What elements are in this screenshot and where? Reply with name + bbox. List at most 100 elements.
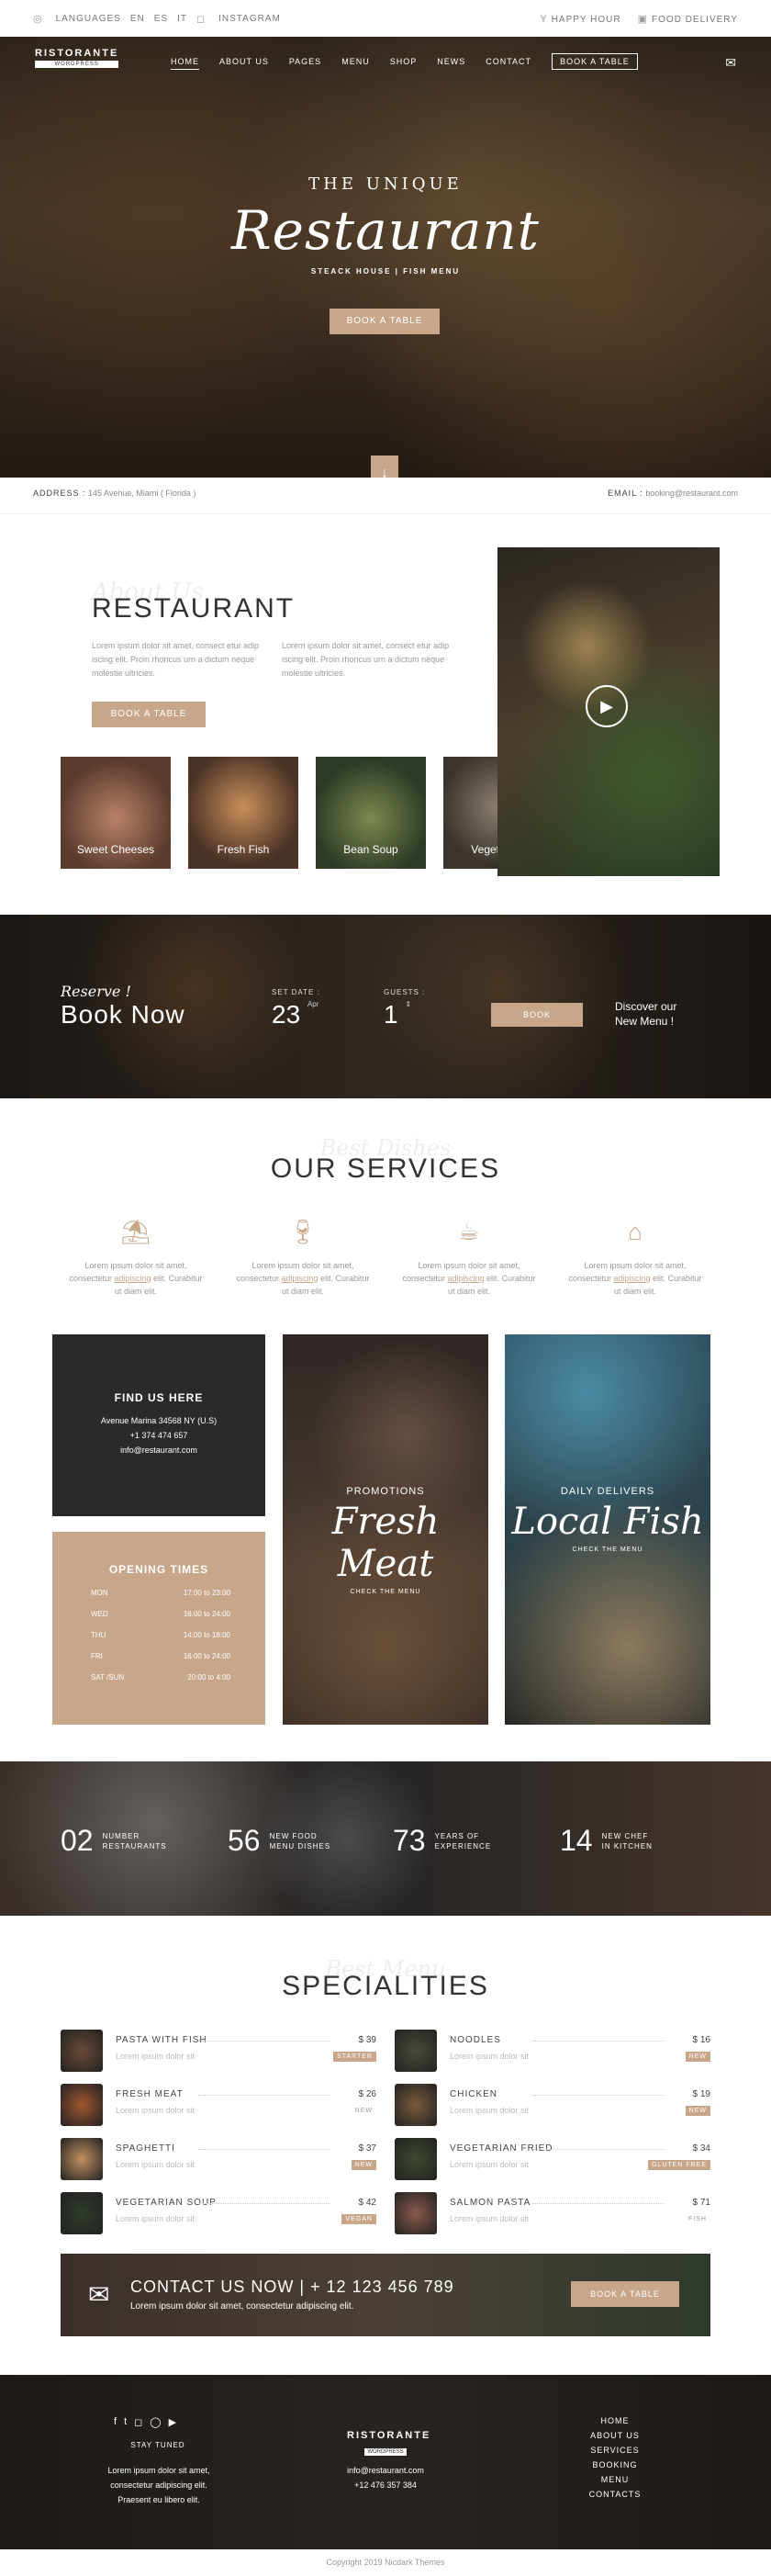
find-title: FIND US HERE <box>114 1391 204 1404</box>
menu-item[interactable]: NOODLES Lorem ipsum dolor sit $ 16 NEW <box>395 2030 710 2072</box>
dish-tag: GLUTEN FREE <box>647 2160 710 2170</box>
top-bar: ◎ LANGUAGES EN ES IT ◻ INSTAGRAM Y HAPPY … <box>0 0 771 37</box>
happy-hour-link[interactable]: Y HAPPY HOUR <box>540 14 620 25</box>
dotted-leader <box>198 2203 330 2204</box>
date-field[interactable]: SET DATE : 23 Apr <box>272 988 320 1029</box>
bag-icon: ▣ <box>637 14 649 25</box>
contact-book-button[interactable]: BOOK A TABLE <box>571 2281 679 2307</box>
dish-tag: VEGAN <box>341 2214 376 2224</box>
service-text: Lorem ipsum dolor sit amet, consectetur … <box>568 1261 702 1296</box>
daily-delivers-tile[interactable]: DAILY DELIVERS Local Fish CHECK THE MENU <box>505 1334 710 1725</box>
menu-item[interactable]: FRESH MEAT Lorem ipsum dolor sit $ 26 NEW <box>61 2084 376 2126</box>
nav-menu: HOME ABOUT US PAGES MENU SHOP NEWS CONTA… <box>171 53 638 70</box>
dotted-leader <box>532 2041 665 2042</box>
scroll-down-icon[interactable]: ↓ <box>371 456 398 478</box>
menu-item[interactable]: PASTA WITH FISH Lorem ipsum dolor sit $ 39… <box>61 2030 376 2072</box>
about-book-button[interactable]: BOOK A TABLE <box>92 702 206 727</box>
stepper-icon[interactable]: ⇕ <box>405 1000 411 1008</box>
nav-item-menu[interactable]: MENU <box>341 57 370 70</box>
service-link[interactable]: adipiscing <box>447 1274 484 1283</box>
table-icon: ⛱ <box>120 1218 151 1245</box>
lang-en[interactable]: EN <box>130 14 145 24</box>
menu-item[interactable]: VEGETARIAN SOUP Lorem ipsum dolor sit $ 42… <box>61 2192 376 2234</box>
promotions-tile[interactable]: PROMOTIONS Fresh Meat CHECK THE MENU <box>283 1334 488 1725</box>
nav-item-about[interactable]: ABOUT US <box>219 57 269 70</box>
guests-field[interactable]: GUESTS : 1 ⇕ <box>384 988 425 1029</box>
food-delivery-link[interactable]: ▣ FOOD DELIVERY <box>638 13 738 25</box>
date-value: 23 Apr <box>272 1000 320 1029</box>
logo[interactable]: RISTORANTE WORDPRESS <box>35 48 119 68</box>
email-value[interactable]: booking@restaurant.com <box>645 489 738 498</box>
nav-item-contact[interactable]: CONTACT <box>486 57 531 70</box>
contact-phone[interactable]: + 12 123 456 789 <box>310 2278 454 2296</box>
logo-title: RISTORANTE <box>35 48 119 59</box>
dish-desc: Lorem ipsum dolor sit <box>450 2052 530 2061</box>
whatsapp-icon[interactable]: ◯ <box>150 2416 161 2428</box>
counters-section: 02 NUMBER RESTAURANTS 56 NEW FOOD MENU DISHE… <box>0 1761 771 1916</box>
menu-item[interactable]: VEGETARIAN FRIED Lorem ipsum dolor sit $ 3… <box>395 2138 710 2180</box>
counter: 56 NEW FOOD MENU DISHES <box>228 1824 330 1858</box>
nav-item-pages[interactable]: PAGES <box>289 57 321 70</box>
about-text-1: Lorem ipsum dolor sit amet, consect etur… <box>92 641 260 678</box>
lang-it[interactable]: IT <box>177 14 187 24</box>
hours-row: MON 17:00 to 23:00 <box>91 1589 230 1597</box>
footer-phone[interactable]: +12 476 357 384 <box>330 2478 441 2492</box>
daily-kicker: DAILY DELIVERS <box>560 1486 655 1497</box>
footer-email[interactable]: info@restaurant.com <box>330 2463 441 2478</box>
service-text: Lorem ipsum dolor sit amet, consectetur … <box>402 1261 536 1296</box>
instagram-link[interactable]: INSTAGRAM <box>218 14 281 24</box>
counter: 02 NUMBER RESTAURANTS <box>61 1824 167 1858</box>
nav-item-news[interactable]: NEWS <box>437 57 465 70</box>
cake-icon: ⌂ <box>628 1218 642 1245</box>
find-us-card: FIND US HERE Avenue Marina 34568 NY (U.S… <box>52 1334 265 1516</box>
daily-link[interactable]: CHECK THE MENU <box>505 1547 710 1553</box>
dish-price: $ 26 <box>358 2089 376 2099</box>
find-phone[interactable]: +1 374 474 657 <box>130 1431 188 1440</box>
service-text: Lorem ipsum dolor sit amet, consectetur … <box>69 1261 203 1296</box>
dish-price: $ 71 <box>692 2198 710 2208</box>
dish-photo <box>395 2138 437 2180</box>
menu-item[interactable]: SALMON PASTA Lorem ipsum dolor sit $ 71 FIS… <box>395 2192 710 2234</box>
facebook-icon[interactable]: f <box>114 2416 117 2428</box>
thumb-sweet-cheeses[interactable]: Sweet Cheeses <box>61 757 171 869</box>
languages-label[interactable]: LANGUAGES <box>56 14 121 24</box>
footer-link-home[interactable]: HOME <box>569 2413 661 2428</box>
nav-item-shop[interactable]: SHOP <box>390 57 418 70</box>
footer-logo[interactable]: RISTORANTE WORDPRESS <box>347 2430 429 2458</box>
service-item: ☕︎ Lorem ipsum dolor sit amet, consectetu… <box>400 1218 538 1298</box>
footer-link-booking[interactable]: BOOKING <box>569 2458 661 2472</box>
footer-link-services[interactable]: SERVICES <box>569 2443 661 2458</box>
dish-price: $ 37 <box>358 2143 376 2154</box>
dish-photo <box>61 2138 103 2180</box>
play-icon[interactable]: ▶ <box>586 685 628 727</box>
menu-item[interactable]: SPAGHETTI Lorem ipsum dolor sit $ 37 NEW <box>61 2138 376 2180</box>
menu-item[interactable]: CHICKEN Lorem ipsum dolor sit $ 19 NEW <box>395 2084 710 2126</box>
discover-menu[interactable]: Discover our New Menu ! <box>615 999 676 1029</box>
discover-line-2: New Menu ! <box>615 1015 675 1028</box>
reserve-book-button[interactable]: BOOK <box>491 1003 583 1027</box>
service-link[interactable]: adipiscing <box>613 1274 650 1283</box>
thumb-fresh-fish[interactable]: Fresh Fish <box>188 757 298 869</box>
mail-icon[interactable]: ✉ <box>725 55 736 71</box>
find-email[interactable]: info@restaurant.com <box>120 1445 197 1455</box>
about-text-2: Lorem ipsum dolor sit amet, consect etur… <box>282 641 450 678</box>
footer-link-about[interactable]: ABOUT US <box>569 2428 661 2443</box>
thumb-bean-soup[interactable]: Bean Soup <box>316 757 426 869</box>
instagram-icon[interactable]: ◻ <box>134 2416 142 2428</box>
counter-label: NEW FOOD MENU DISHES <box>269 1831 331 1850</box>
footer-links: HOME ABOUT US SERVICES BOOKING MENU CONT… <box>569 2413 661 2502</box>
lang-es[interactable]: ES <box>154 14 168 24</box>
footer-link-menu[interactable]: MENU <box>569 2472 661 2487</box>
hero-book-button[interactable]: BOOK A TABLE <box>330 309 440 334</box>
twitter-icon[interactable]: t <box>124 2416 127 2428</box>
nav-book-button[interactable]: BOOK A TABLE <box>552 53 638 70</box>
service-link[interactable]: adipiscing <box>114 1274 151 1283</box>
promo-kicker: PROMOTIONS <box>346 1486 425 1497</box>
service-link[interactable]: adipiscing <box>281 1274 318 1283</box>
footer-link-contacts[interactable]: CONTACTS <box>569 2487 661 2502</box>
youtube-icon[interactable]: ▶ <box>169 2416 176 2428</box>
footer: f t ◻ ◯ ▶ STAY TUNED Lorem ipsum dolor s… <box>0 2375 771 2549</box>
nav-item-home[interactable]: HOME <box>171 57 199 70</box>
promo-link[interactable]: CHECK THE MENU <box>283 1589 488 1595</box>
find-info: Avenue Marina 34568 NY (U.S) +1 374 474 … <box>52 1413 265 1457</box>
